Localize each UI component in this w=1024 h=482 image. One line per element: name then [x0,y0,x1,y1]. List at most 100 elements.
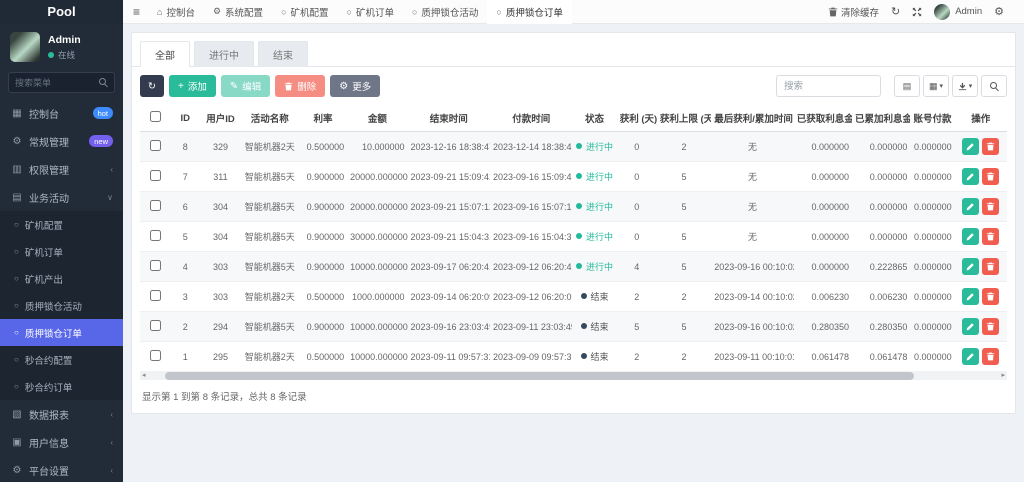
cell-interest_earned: 0.061478 [793,341,853,371]
row-delete-button[interactable] [982,258,1000,275]
cell-amount: 1000.000000 [347,281,408,312]
sidebar-item-miner-output[interactable]: ○ 矿机产出 [0,265,123,292]
row-checkbox[interactable] [149,350,161,361]
column-header[interactable]: 已累加利息金额 [852,105,911,132]
sidebar-item-platform-settings[interactable]: ⚙ 平台设置 ‹ [0,456,123,482]
refresh-button[interactable]: ↻ [140,75,164,97]
row-delete-button[interactable] [982,228,1000,245]
row-edit-button[interactable] [962,198,980,215]
topbar-avatar[interactable] [934,3,951,20]
column-header[interactable]: ID [170,105,201,132]
row-checkbox[interactable] [149,170,161,181]
card-view-button[interactable]: ▤ [894,75,920,97]
sidebar-item-general-management[interactable]: ⚙ 常规管理 new [0,127,123,155]
cell-interest_accrued: 0.000000 [852,191,911,222]
add-button[interactable]: + 添加 [168,75,216,97]
row-delete-button[interactable] [982,288,1000,305]
cogs-icon: ⚙ [12,135,22,147]
row-edit-button[interactable] [962,258,980,275]
column-header[interactable]: 已获取利息金额 [793,105,853,132]
row-delete-button[interactable] [982,318,1000,335]
column-header[interactable]: 金额 [347,105,408,132]
table-row: 3 303 智能机器2天 0.500000 1000.000000 2023-09-14 … [140,281,1007,312]
sidebar-item-seconds-contract-orders[interactable]: ○ 秒合约订单 [0,373,123,400]
row-checkbox[interactable] [149,230,161,241]
column-header[interactable]: 结束时间 [407,105,490,132]
row-checkbox[interactable] [149,260,161,271]
column-header[interactable]: 账号付款 [910,105,955,132]
cell-interest_earned: 0.000000 [793,191,853,222]
row-edit-button[interactable] [962,348,980,365]
horizontal-scrollbar[interactable]: ◂ ▸ [140,371,1007,380]
cell-user_id: 295 [200,341,241,371]
row-checkbox[interactable] [149,290,161,301]
row-checkbox[interactable] [149,140,161,151]
delete-button[interactable]: 删除 [275,75,326,97]
column-header[interactable]: 付款时间 [489,105,573,132]
sidebar-item-permission-management[interactable]: ▥ 权限管理 ‹ [0,155,123,183]
export-button[interactable]: ▾ [952,75,978,97]
row-edit-button[interactable] [962,168,980,185]
sidebar-item-miner-orders[interactable]: ○ 矿机订单 [0,238,123,265]
sidebar-item-staking-activity[interactable]: ○ 质押锁仓活动 [0,292,123,319]
scrollbar-thumb[interactable] [164,371,915,380]
tab-miner-orders[interactable]: ○ 矿机订单 [338,0,403,24]
sidebar-item-business-activity[interactable]: ▤ 业务活动 ∨ [0,183,123,211]
topbar-user-name[interactable]: Admin [955,6,982,17]
edit-button[interactable]: ✎ 编辑 [220,75,271,97]
row-edit-button[interactable] [962,228,980,245]
cell-last_profit_time: 无 [711,161,794,192]
more-button[interactable]: ⚙ 更多 [330,75,381,97]
menu-toggle-icon[interactable]: ≡ [133,5,140,19]
select-all-checkbox[interactable] [149,111,161,122]
row-delete-button[interactable] [982,138,1000,155]
row-edit-button[interactable] [962,288,980,305]
row-delete-button[interactable] [982,198,1000,215]
cell-id: 3 [170,281,201,312]
row-delete-button[interactable] [982,348,1000,365]
filter-tab-running[interactable]: 进行中 [194,41,254,67]
clear-cache-button[interactable]: 清除缓存 [828,5,879,19]
tab-dashboard[interactable]: ⌂ 控制台 [148,0,204,24]
column-header[interactable]: 用户ID [200,105,241,132]
column-header[interactable]: 状态 [572,105,617,132]
tab-staking-activity[interactable]: ○ 质押锁仓活动 [403,0,487,24]
column-header[interactable]: 利率 [298,105,348,132]
sidebar-item-staking-orders[interactable]: ○ 质押锁仓订单 [0,319,123,346]
sidebar-item-dashboard[interactable]: ▦ 控制台 hot [0,99,123,127]
table-search-input[interactable] [776,75,881,97]
sidebar-item-data-reports[interactable]: ▧ 数据报表 ‹ [0,400,123,428]
row-checkbox[interactable] [149,320,161,331]
scroll-right-arrow-icon[interactable]: ▸ [999,371,1007,380]
columns-button[interactable]: ▦ ▾ [923,75,949,97]
tab-label: 质押锁仓活动 [421,7,479,19]
filter-tab-all[interactable]: 全部 [140,41,190,67]
column-header[interactable]: 操作 [954,105,1007,132]
row-edit-button[interactable] [962,318,980,335]
filter-tab-ended[interactable]: 结束 [258,41,308,67]
row-checkbox[interactable] [149,200,161,211]
settings-gears-icon[interactable]: ⚙ [994,5,1004,18]
scroll-left-arrow-icon[interactable]: ◂ [140,371,148,380]
status-dot-icon [580,353,587,359]
row-delete-button[interactable] [982,168,1000,185]
scrollbar-track[interactable] [148,371,1000,380]
column-header[interactable]: 最后获利/累加时间 [711,105,794,132]
column-header[interactable]: 活动名称 [240,105,299,132]
search-button[interactable] [981,75,1007,97]
fullscreen-icon[interactable] [912,7,922,17]
sidebar-item-user-info[interactable]: ▣ 用户信息 ‹ [0,428,123,456]
status-dot-icon [576,233,583,239]
cell-interest_accrued: 0.000000 [852,221,911,252]
tab-miner-config[interactable]: ○ 矿机配置 [272,0,337,24]
column-header[interactable]: 获利上限 (天) [656,105,712,132]
sidebar-item-seconds-contract-config[interactable]: ○ 秒合约配置 [0,346,123,373]
tab-staking-orders[interactable]: ○ 质押锁仓订单 [487,0,572,24]
row-edit-button[interactable] [962,138,980,155]
sidebar-search-input[interactable] [15,77,99,88]
sidebar-item-miner-config[interactable]: ○ 矿机配置 [0,211,123,238]
user-avatar[interactable] [10,32,40,62]
refresh-page-icon[interactable]: ↻ [891,5,900,18]
tab-system-config[interactable]: ⚙ 系统配置 [204,0,272,24]
column-header[interactable]: 获利 (天) [616,105,657,132]
